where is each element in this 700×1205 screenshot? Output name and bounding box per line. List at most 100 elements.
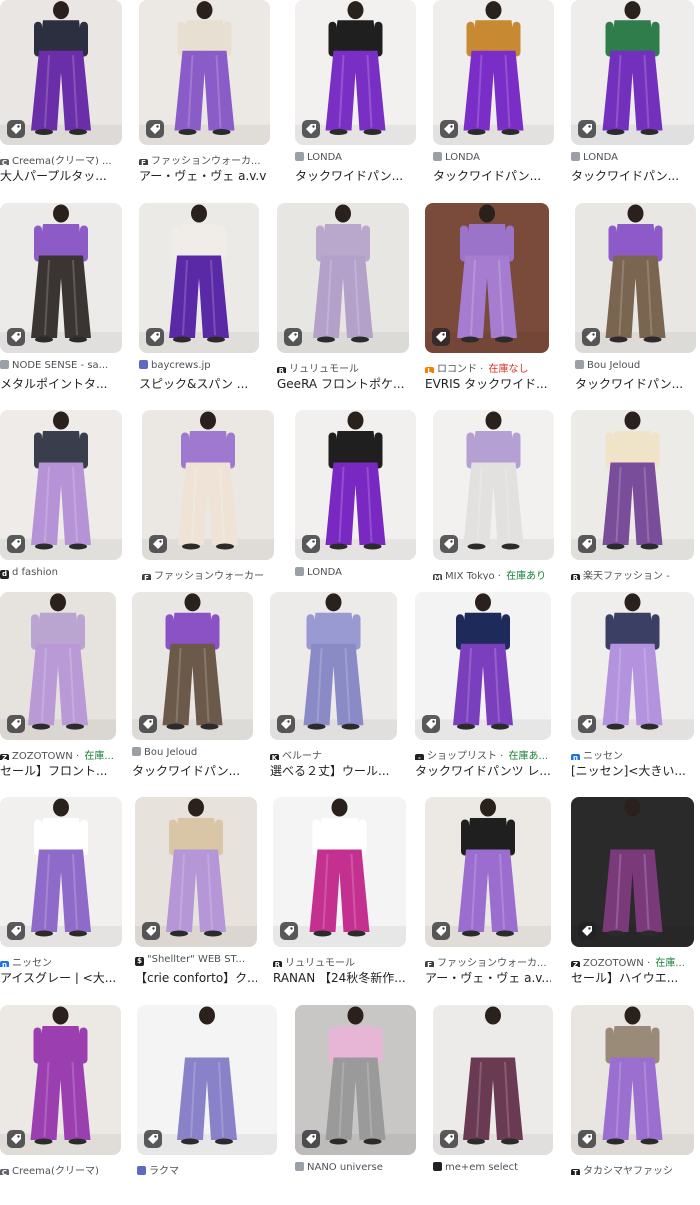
result-title[interactable]: タックワイドパン... [575,375,696,390]
result-item[interactable]: Z ZOZOTOWN · 在庫... セール】フロント... [0,592,116,790]
result-title[interactable]: [ニッセン]<大きい... [571,762,694,777]
result-title[interactable] [0,1177,121,1192]
result-thumbnail[interactable] [137,1005,277,1155]
result-thumbnail[interactable] [571,0,694,145]
result-source[interactable]: C Creema(クリーマ) [0,1162,121,1175]
result-title[interactable]: セール】ハイウエ... [571,969,694,984]
result-title[interactable] [571,1177,694,1192]
result-source[interactable]: L ロコンド · 在庫なし [425,360,549,373]
result-source[interactable]: Z ZOZOTOWN · 在庫... [571,954,694,967]
result-source[interactable]: Bou Jeloud [575,360,696,373]
result-thumbnail[interactable] [295,1005,416,1155]
result-item[interactable]: LONDA [295,410,416,610]
result-source[interactable]: n ニッセン [571,747,694,760]
result-item[interactable]: LONDA タックワイドパン... [571,0,694,195]
result-thumbnail[interactable] [575,203,696,353]
result-source[interactable]: - ショップリスト · 在庫あ... [415,747,551,760]
result-title[interactable]: メタルポイントタ... [0,375,122,390]
result-title[interactable]: タックワイドパン... [433,167,554,182]
result-thumbnail[interactable] [415,592,551,740]
result-item[interactable]: F ファッションウォーカー [142,410,274,610]
result-source[interactable]: F ファッションウォーカ... [425,954,551,967]
result-source[interactable]: dd fashion [0,567,122,580]
result-thumbnail[interactable] [277,203,409,353]
result-item[interactable]: $ "Shellter" WEB ST... 【crie conforto】ク... [135,797,257,997]
result-source[interactable]: me+em select [433,1162,553,1175]
result-thumbnail[interactable] [139,203,259,353]
result-item[interactable]: C Creema(クリーマ) ... 大人パープルタッ... [0,0,122,195]
result-source[interactable]: T タカシマヤファッシ [571,1162,694,1175]
result-item[interactable]: F ファッションウォーカ... アー・ヴェ・ヴェ a.v.v ... [139,0,270,195]
result-title[interactable]: スピック&スパン ... [139,375,259,390]
result-thumbnail[interactable] [139,0,270,145]
result-item[interactable]: R リュリュモール RANAN 【24秋冬新作... [273,797,406,997]
result-item[interactable]: Z ZOZOTOWN · 在庫... セール】ハイウエ... [571,797,694,997]
result-title[interactable]: アイスグレー | <大... [0,969,122,984]
result-thumbnail[interactable] [425,797,551,947]
result-item[interactable]: L ロコンド · 在庫なし EVRIS タックワイド... [425,203,549,403]
result-title[interactable]: アー・ヴェ・ヴェ a.v... [425,969,551,984]
result-source[interactable]: LONDA [295,152,416,165]
result-item[interactable]: n ニッセンアイスグレー | <大... [0,797,122,997]
result-item[interactable]: n ニッセン [ニッセン]<大きい... [571,592,694,790]
result-source[interactable]: M MIX Tokyo · 在庫あり [433,567,554,580]
result-source[interactable]: R リュリュモール [277,360,409,373]
result-item[interactable]: - ショップリスト · 在庫あ... タックワイドパンツ レ... [415,592,551,790]
result-thumbnail[interactable] [270,592,397,740]
result-title[interactable]: GeeRA フロントポケ... [277,375,409,390]
result-title[interactable]: 選べる２丈】ウール... [270,762,397,777]
result-item[interactable]: LONDA タックワイドパン... [433,0,554,195]
result-source[interactable]: C Creema(クリーマ) ... [0,152,122,165]
result-item[interactable]: T タカシマヤファッシ [571,1005,694,1205]
result-source[interactable]: LONDA [295,567,416,580]
result-title[interactable]: 大人パープルタッ... [0,167,122,182]
result-title[interactable]: タックワイドパン... [295,167,416,182]
result-item[interactable]: NODE SENSE - sa... メタルポイントタ... [0,203,122,403]
result-item[interactable]: K ベルーナ選べる２丈】ウール... [270,592,397,790]
result-title[interactable] [295,1177,416,1192]
result-item[interactable]: R 楽天ファッション - [571,410,694,610]
result-source[interactable]: NANO universe [295,1162,416,1175]
result-source[interactable]: R 楽天ファッション - [571,567,694,580]
result-thumbnail[interactable] [0,0,122,145]
result-item[interactable]: C Creema(クリーマ) [0,1005,121,1205]
result-thumbnail[interactable] [571,410,694,560]
result-item[interactable]: ラクマ [137,1005,277,1205]
result-item[interactable]: F ファッションウォーカ... アー・ヴェ・ヴェ a.v... [425,797,551,997]
result-source[interactable]: F ファッションウォーカ... [139,152,270,165]
result-source[interactable]: LONDA [571,152,694,165]
result-thumbnail[interactable] [135,797,257,947]
result-source[interactable]: LONDA [433,152,554,165]
result-item[interactable]: me+em select [433,1005,553,1205]
result-thumbnail[interactable] [571,797,694,947]
result-thumbnail[interactable] [425,203,549,353]
result-title[interactable]: タックワイドパンツ レ... [415,762,551,777]
result-thumbnail[interactable] [571,592,694,740]
result-title[interactable]: アー・ヴェ・ヴェ a.v.v ... [139,167,270,182]
result-item[interactable]: baycrews.jp スピック&スパン ... [139,203,259,403]
result-source[interactable]: $ "Shellter" WEB ST... [135,954,257,967]
result-thumbnail[interactable] [0,797,122,947]
result-title[interactable]: EVRIS タックワイド... [425,375,549,390]
result-thumbnail[interactable] [433,0,554,145]
result-source[interactable]: NODE SENSE - sa... [0,360,122,373]
result-source[interactable]: baycrews.jp [139,360,259,373]
result-thumbnail[interactable] [295,410,416,560]
result-source[interactable]: Bou Jeloud [132,747,253,760]
result-source[interactable]: R リュリュモール [273,954,406,967]
result-item[interactable]: Bou Jeloud タックワイドパン... [575,203,696,403]
result-thumbnail[interactable] [273,797,406,947]
result-source[interactable]: n ニッセン [0,954,122,967]
result-source[interactable]: Z ZOZOTOWN · 在庫... [0,747,116,760]
result-source[interactable]: K ベルーナ [270,747,397,760]
result-thumbnail[interactable] [571,1005,694,1155]
result-item[interactable]: dd fashion [0,410,122,610]
result-thumbnail[interactable] [433,410,554,560]
result-thumbnail[interactable] [0,203,122,353]
result-title[interactable]: RANAN 【24秋冬新作... [273,969,406,984]
result-thumbnail[interactable] [0,410,122,560]
result-thumbnail[interactable] [0,592,116,740]
result-source[interactable]: F ファッションウォーカー [142,567,274,580]
result-title[interactable] [137,1177,277,1192]
result-title[interactable] [433,1177,553,1192]
